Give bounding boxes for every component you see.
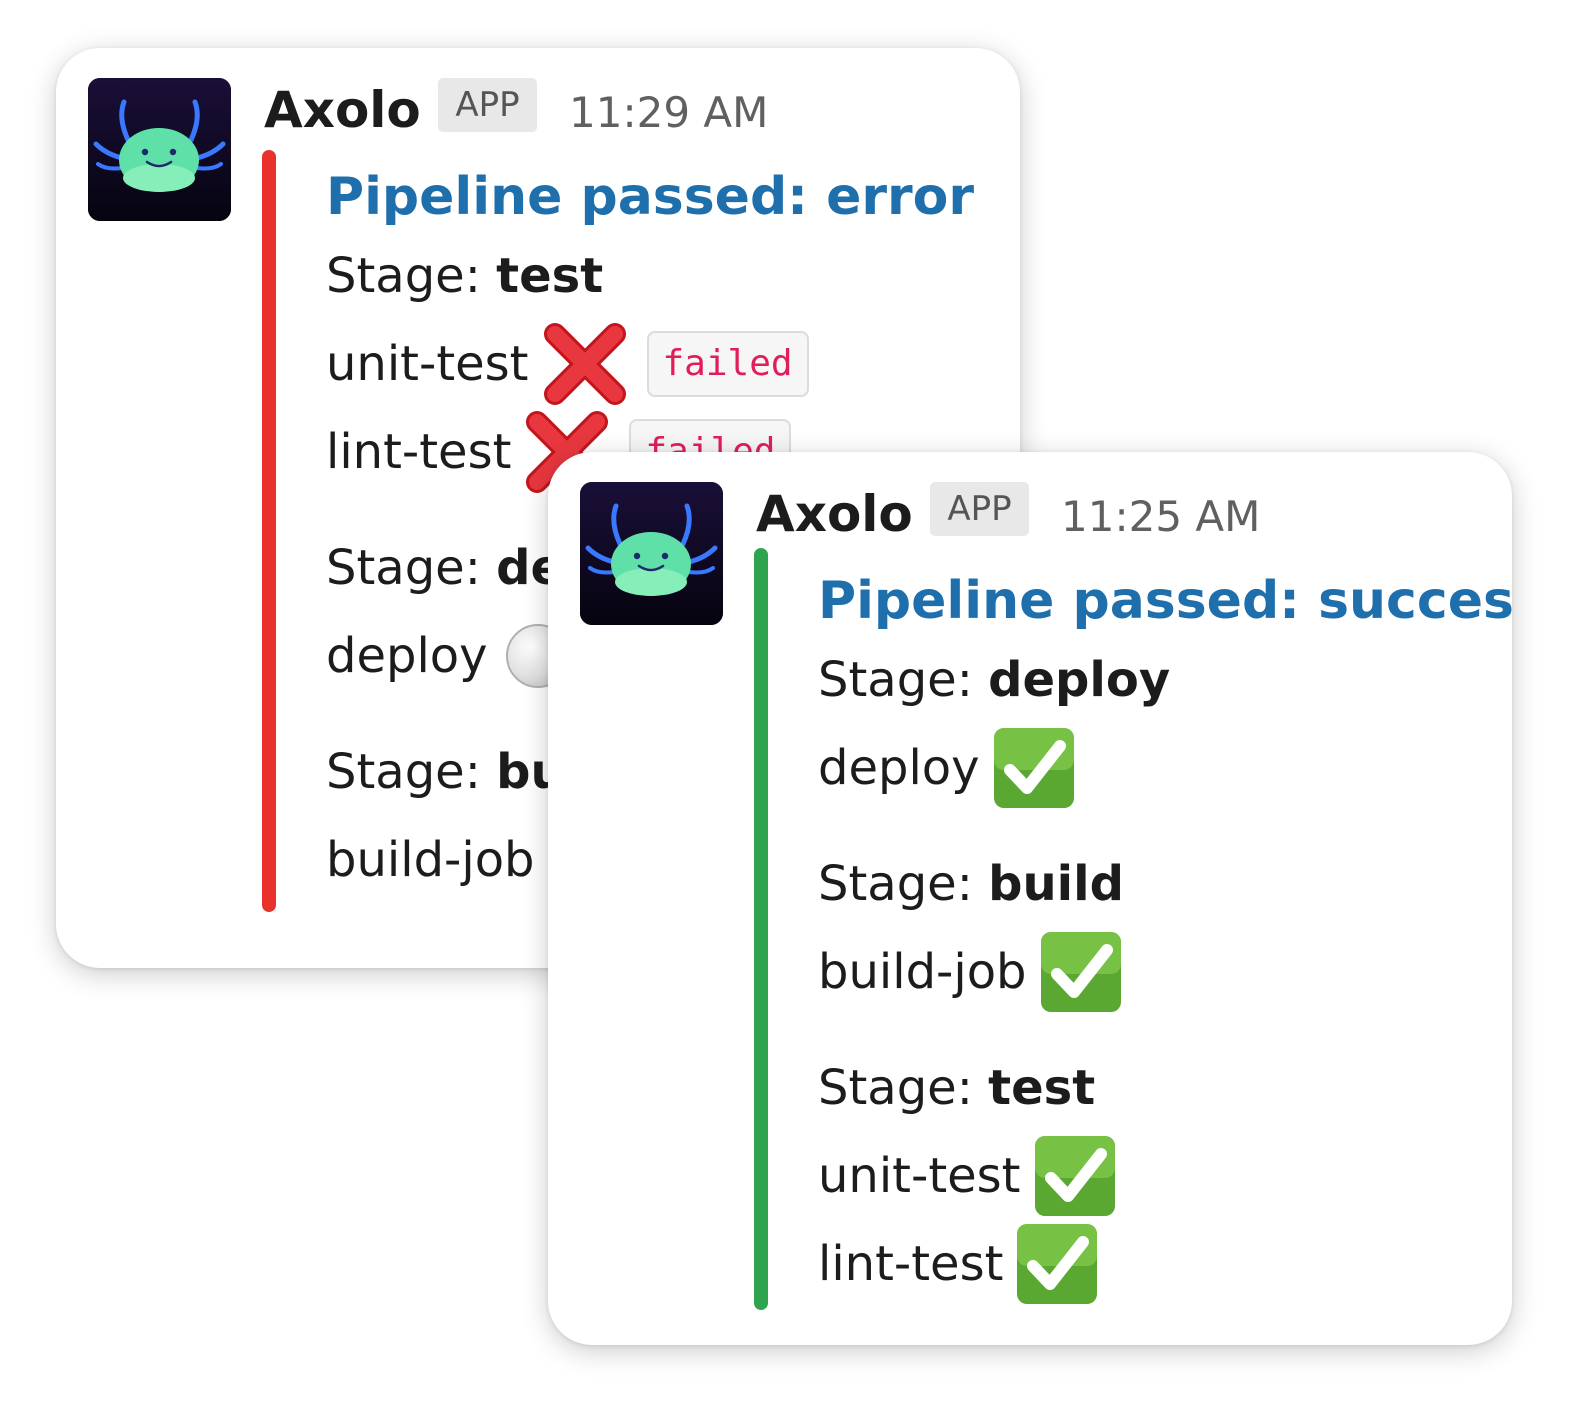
check-mark-icon [992, 726, 1076, 810]
message-timestamp[interactable]: 11:29 AM [569, 86, 768, 140]
stage-prefix: Stage: [326, 248, 497, 304]
check-mark-icon [1015, 1222, 1099, 1306]
job-row: unit-test [818, 1132, 1512, 1220]
attachment-color-bar [262, 150, 276, 912]
job-name: unit-test [818, 1148, 1021, 1204]
job-name: lint-test [326, 424, 512, 480]
attachment-color-bar [754, 548, 768, 1310]
stage-heading: Stage: test [326, 232, 974, 320]
check-mark-icon [1033, 1134, 1117, 1218]
message-timestamp[interactable]: 11:25 AM [1061, 490, 1260, 544]
job-name: build-job [818, 944, 1027, 1000]
stage-heading: Stage: deploy [818, 636, 1512, 724]
pipeline-title-link[interactable]: Pipeline passed: error [326, 162, 974, 232]
stage-prefix: Stage: [818, 652, 989, 708]
axolo-avatar[interactable] [88, 78, 231, 221]
app-badge: APP [438, 78, 537, 132]
status-code-badge: failed [646, 331, 809, 397]
job-name: deploy [818, 740, 980, 796]
stage-prefix: Stage: [326, 744, 497, 800]
job-name: unit-test [326, 336, 529, 392]
job-name: lint-test [818, 1236, 1004, 1292]
stage-heading: Stage: build [818, 840, 1512, 928]
check-mark-icon [1039, 930, 1123, 1014]
stage-name: test [988, 1060, 1096, 1116]
stage-prefix: Stage: [326, 540, 497, 596]
stage-name: deploy [988, 652, 1171, 708]
sender-name[interactable]: Axolo [264, 80, 421, 140]
job-row: build-job [818, 928, 1512, 1016]
app-badge: APP [930, 482, 1029, 536]
cross-mark-icon [541, 320, 629, 408]
job-name: build-job [326, 832, 535, 888]
sender-name[interactable]: Axolo [756, 484, 913, 544]
stage-prefix: Stage: [818, 856, 989, 912]
stage-heading: Stage: test [818, 1044, 1512, 1132]
job-name: deploy [326, 628, 488, 684]
message-card-success: Axolo APP 11:25 AM Pipeline passed: succ… [548, 452, 1512, 1345]
job-row: lint-test [818, 1220, 1512, 1308]
pipeline-title-link[interactable]: Pipeline passed: success [818, 566, 1512, 636]
message-content: Pipeline passed: success Stage: deploy d… [818, 566, 1512, 1308]
stage-name: test [496, 248, 604, 304]
axolotl-icon [580, 482, 723, 625]
axolo-avatar[interactable] [580, 482, 723, 625]
job-row: deploy [818, 724, 1512, 812]
axolotl-icon [88, 78, 231, 221]
job-row: unit-test failed [326, 320, 974, 408]
stage-name: build [988, 856, 1124, 912]
stage-prefix: Stage: [818, 1060, 989, 1116]
